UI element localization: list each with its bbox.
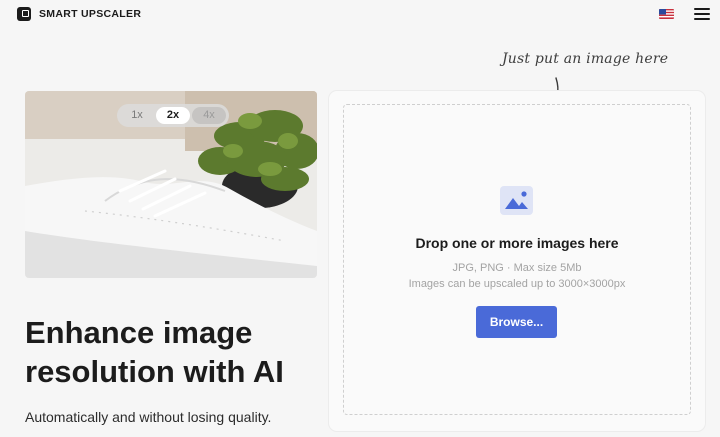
scale-option-4x[interactable]: 4x <box>192 107 226 124</box>
page-subtitle: Automatically and without losing quality… <box>25 409 272 425</box>
brand-name: SMART UPSCALER <box>39 8 142 20</box>
scale-option-2x[interactable]: 2x <box>156 107 190 124</box>
scale-selector: 1x 2x 4x <box>117 104 229 127</box>
brand-logo[interactable]: SMART UPSCALER <box>17 7 141 21</box>
page-title: Enhance image resolution with AI <box>25 315 284 389</box>
drop-title: Drop one or more images here <box>415 235 619 251</box>
image-drop-zone[interactable] <box>343 104 691 415</box>
header: SMART UPSCALER <box>0 0 720 28</box>
scale-option-1x[interactable]: 1x <box>120 107 154 124</box>
browse-button[interactable]: Browse... <box>476 306 557 338</box>
upload-formats-info: JPG, PNG · Max size 5Mb <box>452 262 582 274</box>
upload-hint: Just put an image here <box>502 51 669 67</box>
us-flag-icon[interactable] <box>659 9 674 19</box>
logo-icon <box>17 7 31 21</box>
upload-size-limit-info: Images can be upscaled up to 3000×3000px <box>408 278 626 290</box>
image-upload-icon <box>500 186 533 215</box>
hamburger-menu-icon[interactable] <box>694 8 710 20</box>
